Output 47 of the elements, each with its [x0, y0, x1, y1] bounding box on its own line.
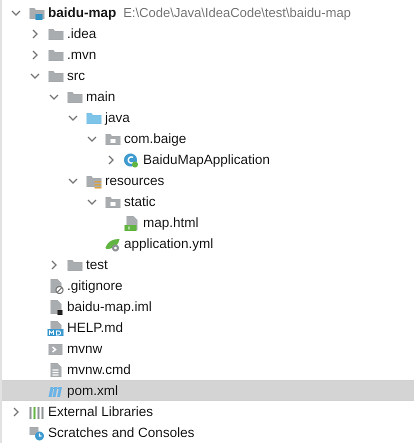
tree-item[interactable]: test — [2, 254, 414, 275]
item-label: .mvn — [67, 47, 96, 62]
tree-item[interactable]: src — [2, 65, 414, 86]
tree-item[interactable]: .idea — [2, 23, 414, 44]
item-label: HELP.md — [67, 320, 124, 335]
project-path: E:\Code\Java\IdeaCode\test\baidu-map — [123, 5, 351, 20]
tree-item[interactable]: mvnw — [2, 338, 414, 359]
item-label: main — [86, 89, 116, 104]
tree-item[interactable]: External Libraries — [2, 401, 414, 422]
item-label: .gitignore — [67, 278, 123, 293]
item-label: static — [124, 194, 156, 209]
item-label: resources — [105, 173, 164, 188]
item-label: Scratches and Consoles — [48, 425, 194, 440]
tree-item[interactable]: .mvn — [2, 44, 414, 65]
item-label: map.html — [143, 215, 199, 230]
tree-item[interactable]: com.baige — [2, 128, 414, 149]
item-label: java — [105, 110, 130, 125]
tree-item[interactable]: resources — [2, 170, 414, 191]
item-label: baidu-map.iml — [67, 299, 152, 314]
item-label: mvnw.cmd — [67, 362, 131, 377]
item-label: External Libraries — [48, 404, 154, 419]
tree-item[interactable]: Scratches and Consoles — [2, 422, 414, 443]
item-label: com.baige — [124, 131, 186, 146]
tree-item[interactable]: BaiduMapApplication — [2, 149, 414, 170]
item-label: test — [86, 257, 108, 272]
markdown-file-icon — [47, 320, 64, 336]
tree-item[interactable]: map.html — [2, 212, 414, 233]
tree-item[interactable]: pom.xml — [2, 380, 414, 401]
class-icon — [123, 152, 140, 168]
item-label: application.yml — [124, 236, 214, 251]
item-label: src — [67, 68, 85, 83]
tree-item[interactable]: main — [2, 86, 414, 107]
item-label: BaiduMapApplication — [143, 152, 270, 167]
item-label: .idea — [67, 26, 96, 41]
tree-item[interactable]: baidu-map.iml — [2, 296, 414, 317]
tree-item[interactable]: java — [2, 107, 414, 128]
tree-item[interactable]: application.yml — [2, 233, 414, 254]
scratches-icon — [28, 424, 45, 440]
html-file-icon — [123, 214, 140, 230]
tree-item[interactable]: static — [2, 191, 414, 212]
item-label: baidu-map — [48, 5, 116, 20]
tree-item[interactable]: baidu-map E:\Code\Java\IdeaCode\test\baidu-map — [2, 2, 414, 23]
tree-item[interactable]: mvnw.cmd — [2, 359, 414, 380]
item-label: pom.xml — [67, 383, 118, 398]
tree-item[interactable]: .gitignore — [2, 275, 414, 296]
tree-item[interactable]: HELP.md — [2, 317, 414, 338]
item-label: mvnw — [67, 341, 102, 356]
